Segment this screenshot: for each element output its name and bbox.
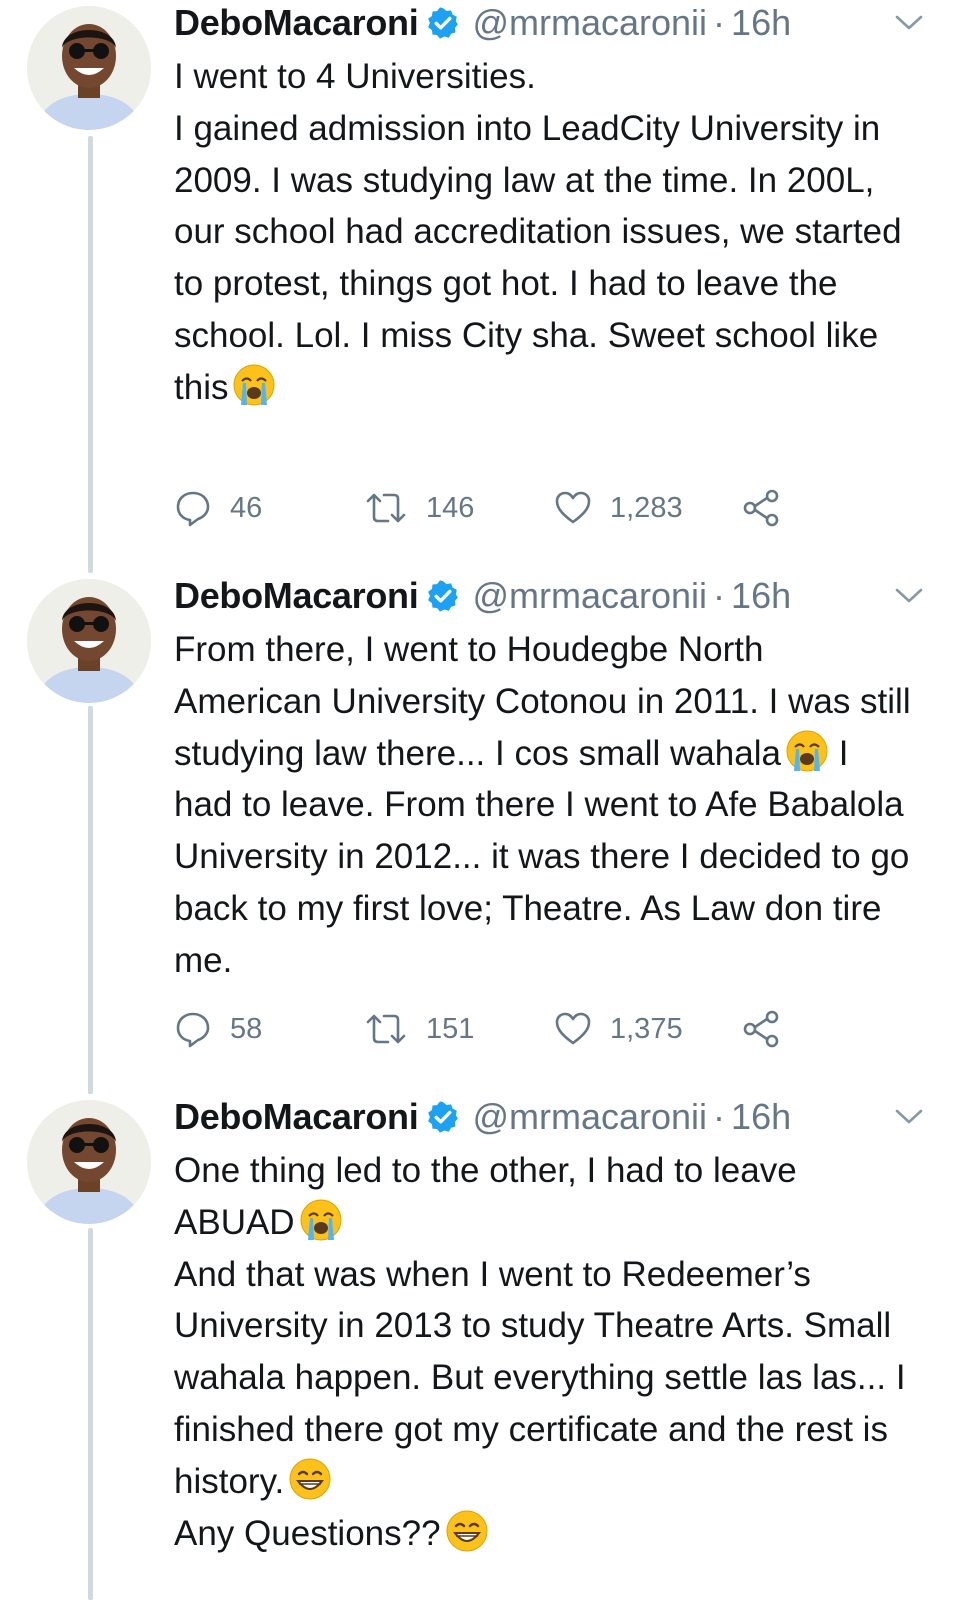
retweet-button[interactable]: 151: [364, 1010, 554, 1048]
retweet-icon: [364, 1010, 408, 1048]
like-button[interactable]: 1,283: [554, 489, 742, 527]
grinning-face-emoji: [288, 1457, 332, 1501]
handle[interactable]: @mrmacaronii: [472, 1096, 707, 1138]
tweet-actions: 46 146 1,283: [174, 486, 782, 530]
retweet-button[interactable]: 146: [364, 489, 554, 527]
retweet-icon: [364, 489, 408, 527]
tweet-header: DeboMacaroni @mrmacaronii · 16h: [174, 1094, 923, 1140]
loudly-crying-face-emoji: [785, 729, 829, 773]
tweet-text-line: I went to 4 Universities.: [174, 57, 536, 96]
reply-button[interactable]: 58: [174, 1010, 364, 1048]
avatar[interactable]: [27, 6, 151, 130]
tweet-2[interactable]: DeboMacaroni @mrmacaronii · 16h From the…: [0, 573, 954, 1083]
verified-badge-icon: [426, 6, 460, 40]
tweet-text-line: And that was when I went to Redeemer’s U…: [174, 1254, 906, 1501]
verified-badge-icon: [426, 579, 460, 613]
loudly-crying-face-emoji: [299, 1198, 343, 1242]
timestamp[interactable]: 16h: [731, 1096, 791, 1138]
tweet-header: DeboMacaroni @mrmacaronii · 16h: [174, 573, 923, 619]
display-name[interactable]: DeboMacaroni: [174, 2, 419, 44]
separator-dot: ·: [713, 575, 726, 616]
chevron-down-icon[interactable]: [894, 1106, 924, 1128]
tweet-text-paragraph: One thing led to the other, I had to lea…: [174, 1145, 914, 1249]
tweet-1[interactable]: DeboMacaroni @mrmacaronii · 16h I went t…: [0, 0, 954, 560]
tweet-text-line: One thing led to the other, I had to lea…: [174, 1151, 797, 1242]
verified-badge-icon: [426, 1100, 460, 1134]
reply-icon: [174, 489, 212, 527]
display-name[interactable]: DeboMacaroni: [174, 575, 419, 617]
tweet-actions: 58 151 1,375: [174, 1007, 782, 1051]
avatar[interactable]: [27, 579, 151, 703]
tweet-text-paragraph: And that was when I went to Redeemer’s U…: [174, 1249, 914, 1508]
tweet-text-paragraph: I gained admission into LeadCity Univers…: [174, 103, 914, 414]
reply-icon: [174, 1010, 212, 1048]
separator-dot: ·: [713, 1096, 726, 1137]
tweet-text-paragraph: Any Questions??: [174, 1508, 914, 1560]
heart-icon: [554, 1010, 592, 1048]
reply-count: 58: [230, 1012, 263, 1045]
share-icon: [742, 1009, 782, 1049]
avatar[interactable]: [27, 1100, 151, 1224]
tweet-3[interactable]: DeboMacaroni @mrmacaronii · 16h One thin…: [0, 1094, 954, 1600]
like-count: 1,283: [610, 491, 683, 524]
tweet-text: One thing led to the other, I had to lea…: [174, 1145, 914, 1559]
share-icon: [742, 488, 782, 528]
tweet-text: I went to 4 Universities. I gained admis…: [174, 51, 914, 414]
chevron-down-icon[interactable]: [894, 12, 924, 34]
tweet-text: From there, I went to Houdegbe North Ame…: [174, 624, 914, 987]
display-name[interactable]: DeboMacaroni: [174, 1096, 419, 1138]
handle[interactable]: @mrmacaronii: [472, 2, 707, 44]
separator-dot: ·: [713, 2, 726, 43]
retweet-count: 146: [426, 491, 475, 524]
grinning-face-emoji: [445, 1509, 489, 1553]
loudly-crying-face-emoji: [232, 363, 276, 407]
tweet-header: DeboMacaroni @mrmacaronii · 16h: [174, 0, 923, 46]
tweet-text-line: Any Questions??: [174, 1513, 441, 1553]
chevron-down-icon[interactable]: [894, 585, 924, 607]
reply-button[interactable]: 46: [174, 489, 364, 527]
share-button[interactable]: [742, 488, 782, 528]
handle[interactable]: @mrmacaronii: [472, 575, 707, 617]
reply-count: 46: [230, 491, 263, 524]
like-button[interactable]: 1,375: [554, 1010, 742, 1048]
retweet-count: 151: [426, 1012, 475, 1045]
tweet-text-paragraph: From there, I went to Houdegbe North Ame…: [174, 624, 914, 987]
timestamp[interactable]: 16h: [731, 2, 791, 44]
timestamp[interactable]: 16h: [731, 575, 791, 617]
like-count: 1,375: [610, 1012, 683, 1045]
share-button[interactable]: [742, 1009, 782, 1049]
heart-icon: [554, 489, 592, 527]
tweet-text-line: I gained admission into LeadCity Univers…: [174, 108, 902, 407]
